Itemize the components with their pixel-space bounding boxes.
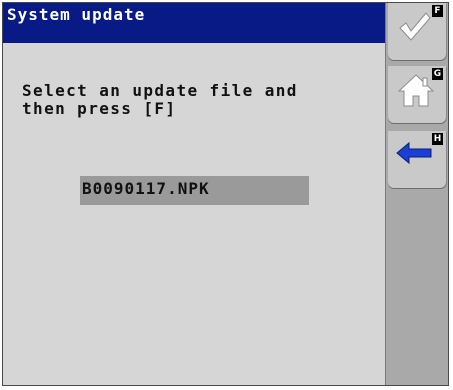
checkmark-icon [399,12,431,41]
softkey-panel: F G H [385,3,448,385]
instruction-text: Select an update file and then press [F] [22,81,298,118]
terminal-screen: System update Select an update file and … [2,2,449,386]
content-area: Select an update file and then press [F]… [3,43,385,385]
update-file-item-selected[interactable]: B0090117.NPK [80,176,309,205]
softkey-letter-h: H [432,133,443,145]
softkey-letter-g: G [432,68,443,80]
home-softkey-g[interactable]: G [388,66,446,123]
update-file-name: B0090117.NPK [82,179,210,198]
title-bar: System update [3,3,385,43]
home-icon [397,74,435,107]
confirm-softkey-f[interactable]: F [388,3,446,60]
page-title: System update [7,5,146,24]
back-arrow-icon [396,141,432,165]
back-softkey-h[interactable]: H [388,131,446,188]
softkey-letter-f: F [432,5,443,17]
